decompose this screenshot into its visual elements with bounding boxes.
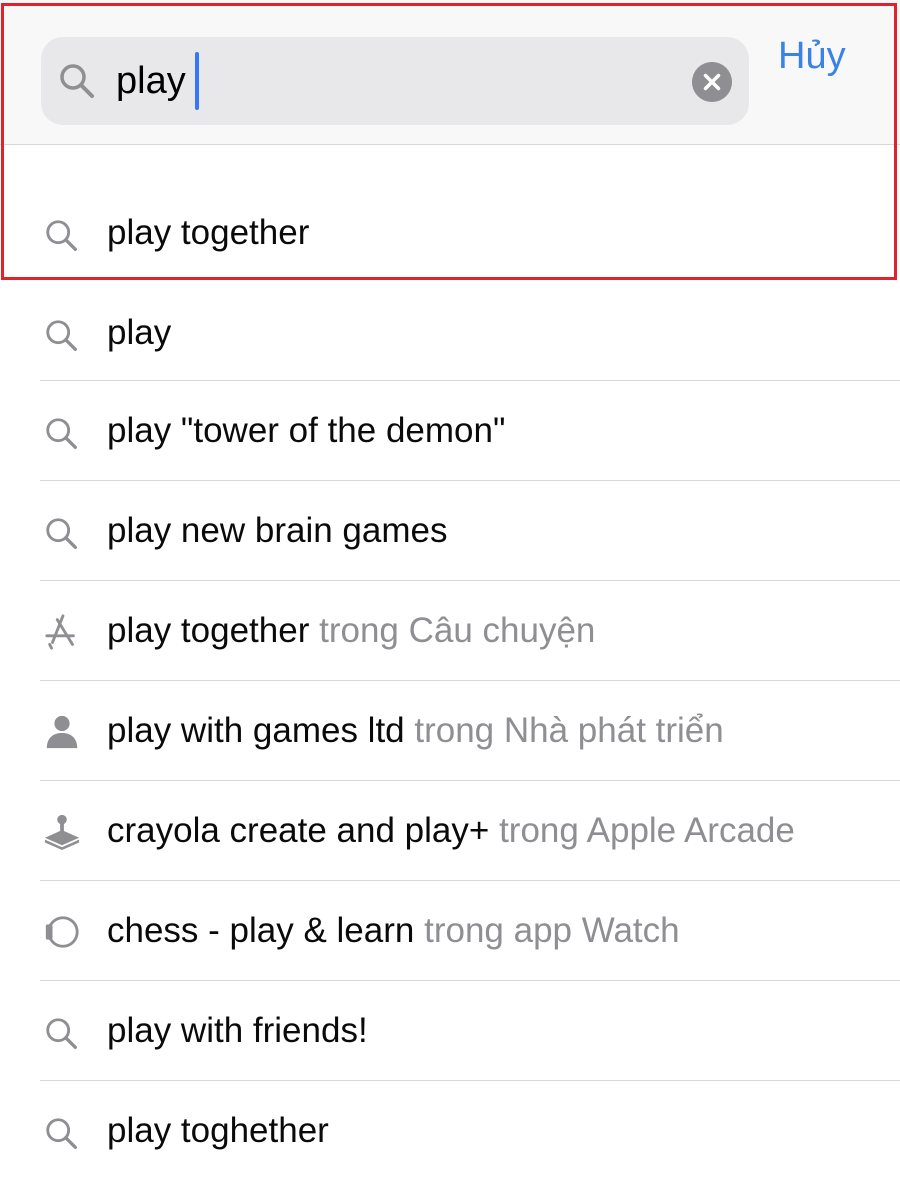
suggestion-text: play new brain games	[107, 511, 448, 550]
search-field[interactable]: play	[41, 37, 749, 125]
person-icon	[46, 715, 78, 749]
search-icon	[46, 220, 77, 251]
search-header: play Hủy	[0, 0, 900, 145]
clear-search-button[interactable]	[692, 62, 732, 102]
search-icon	[46, 320, 77, 351]
suggestion-text: play together	[107, 213, 310, 252]
suggestion-text: play "tower of the demon"	[107, 411, 506, 450]
suggestion-row[interactable]: play together	[0, 145, 900, 281]
watch-icon	[45, 916, 79, 948]
suggestion-row[interactable]: play toghether	[0, 1081, 900, 1181]
suggestion-text: play with friends!	[107, 1011, 368, 1050]
suggestion-row[interactable]: crayola create and play+ trong Apple Arc…	[0, 781, 900, 881]
suggestion-row[interactable]: play	[0, 281, 900, 381]
suggestion-text: play with games ltd trong Nhà phát triển	[107, 711, 724, 750]
suggestion-row[interactable]: play "tower of the demon"	[0, 381, 900, 481]
suggestion-text: chess - play & learn trong app Watch	[107, 911, 680, 950]
search-icon	[60, 64, 94, 98]
app-store-icon	[45, 614, 75, 650]
suggestion-row[interactable]: play with friends!	[0, 981, 900, 1081]
text-caret	[194, 52, 199, 110]
suggestion-row[interactable]: play with games ltd trong Nhà phát triển	[0, 681, 900, 781]
search-icon	[46, 1018, 77, 1049]
suggestion-text: play toghether	[107, 1111, 329, 1150]
search-icon	[46, 518, 77, 549]
search-icon	[46, 1118, 77, 1149]
suggestion-text: play together trong Câu chuyện	[107, 611, 596, 650]
suggestion-row[interactable]: play together trong Câu chuyện	[0, 581, 900, 681]
joystick-icon	[44, 814, 80, 851]
search-input[interactable]: play	[116, 52, 199, 110]
suggestion-row[interactable]: play new brain games	[0, 481, 900, 581]
suggestion-text: crayola create and play+ trong Apple Arc…	[107, 811, 795, 850]
suggestion-row[interactable]: chess - play & learn trong app Watch	[0, 881, 900, 981]
cancel-button[interactable]: Hủy	[778, 30, 846, 82]
suggestion-text: play	[107, 313, 172, 352]
search-query-text: play	[116, 60, 186, 102]
suggestion-list: play together play play "tower of the de…	[0, 145, 900, 1181]
search-icon	[46, 418, 77, 449]
